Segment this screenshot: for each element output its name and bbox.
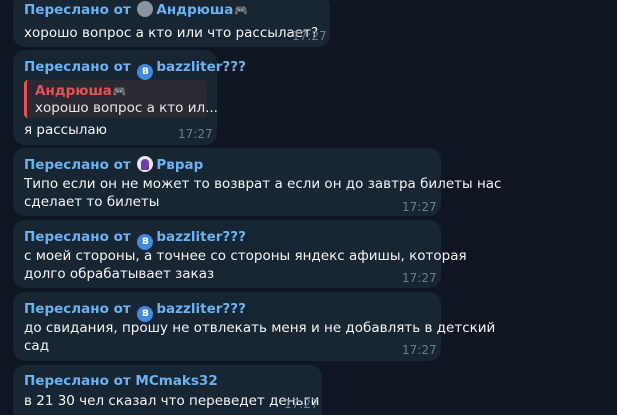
message-line: до свидания, прошу не отвлекать меня и н… <box>24 320 496 336</box>
message-time: 17:27 <box>178 127 213 141</box>
message-bubble[interactable]: Переслано от Bbazzliter??? с моей сторон… <box>13 220 467 288</box>
forward-header: Переслано от Андрюша🎮 <box>24 1 248 20</box>
forward-sender-name[interactable]: Андрюша <box>156 2 233 18</box>
forward-prefix: Переслано от <box>24 59 131 75</box>
reply-text: хорошо вопрос а кто ил... <box>35 100 218 116</box>
message-time: 17:27 <box>402 200 437 214</box>
message-time: 17:27 <box>292 29 327 43</box>
message-bubble[interactable]: Переслано от MCmaks32 в 21 30 чел сказал… <box>13 365 322 415</box>
message-time: 17:27 <box>402 271 437 285</box>
message-text: с моей стороны, а точнее со стороны янде… <box>24 247 467 283</box>
message-line: Типо если он не может то возврат а если … <box>24 176 502 192</box>
message-text: я рассылаю <box>24 121 107 139</box>
reply-preview[interactable]: Андрюша🎮 хорошо вопрос а кто ил... <box>24 80 218 118</box>
sender-avatar[interactable] <box>137 1 154 17</box>
sender-avatar[interactable] <box>137 156 154 172</box>
message-line: хорошо вопрос а кто или что рассылает? <box>24 25 319 41</box>
forward-prefix: Переслано от <box>24 301 131 317</box>
sender-avatar[interactable]: B <box>137 64 154 80</box>
message-time: 17:27 <box>402 343 437 357</box>
message-line: долго обрабатывает заказ <box>24 266 215 282</box>
forward-sender-name[interactable]: Pврар <box>156 157 203 173</box>
forward-prefix: Переслано от <box>24 2 131 18</box>
message-line: я рассылаю <box>24 122 108 138</box>
forward-prefix: Переслано от <box>24 157 131 173</box>
chat-history[interactable]: Переслано от Андрюша🎮 хорошо вопрос а кт… <box>0 0 617 415</box>
forward-header: Переслано от MCmaks32 <box>24 372 218 390</box>
forward-sender-name[interactable]: bazzliter??? <box>156 229 246 245</box>
forward-sender-name[interactable]: bazzliter??? <box>156 59 246 75</box>
message-text: хорошо вопрос а кто или что рассылает? <box>24 24 318 42</box>
message-line: с моей стороны, а точнее со стороны янде… <box>24 248 467 264</box>
forward-prefix: Переслано от <box>24 229 131 245</box>
message-bubble[interactable]: Переслано от Pврар Типо если он не может… <box>13 148 501 216</box>
forward-sender-name[interactable]: MCmaks32 <box>135 373 217 389</box>
message-text: в 21 30 чел сказал что переведет деньги <box>24 392 319 410</box>
forward-sender-name[interactable]: bazzliter??? <box>156 301 246 317</box>
gamepad-icon: 🎮 <box>234 4 249 17</box>
forward-header: Переслано от Bbazzliter??? <box>24 58 246 80</box>
message-bubble[interactable]: Переслано от Андрюша🎮 хорошо вопрос а кт… <box>13 0 330 47</box>
message-bubble[interactable]: Переслано от Bbazzliter??? до свидания, … <box>13 292 495 361</box>
forward-prefix: Переслано от <box>24 373 131 389</box>
message-bubble[interactable]: Переслано от Bbazzliter??? Андрюша🎮 хоро… <box>13 50 246 145</box>
message-line: в 21 30 чел сказал что переведет деньги <box>24 393 320 409</box>
message-time: 17:27 <box>284 397 319 411</box>
forward-header: Переслано от Pврар <box>24 156 203 174</box>
